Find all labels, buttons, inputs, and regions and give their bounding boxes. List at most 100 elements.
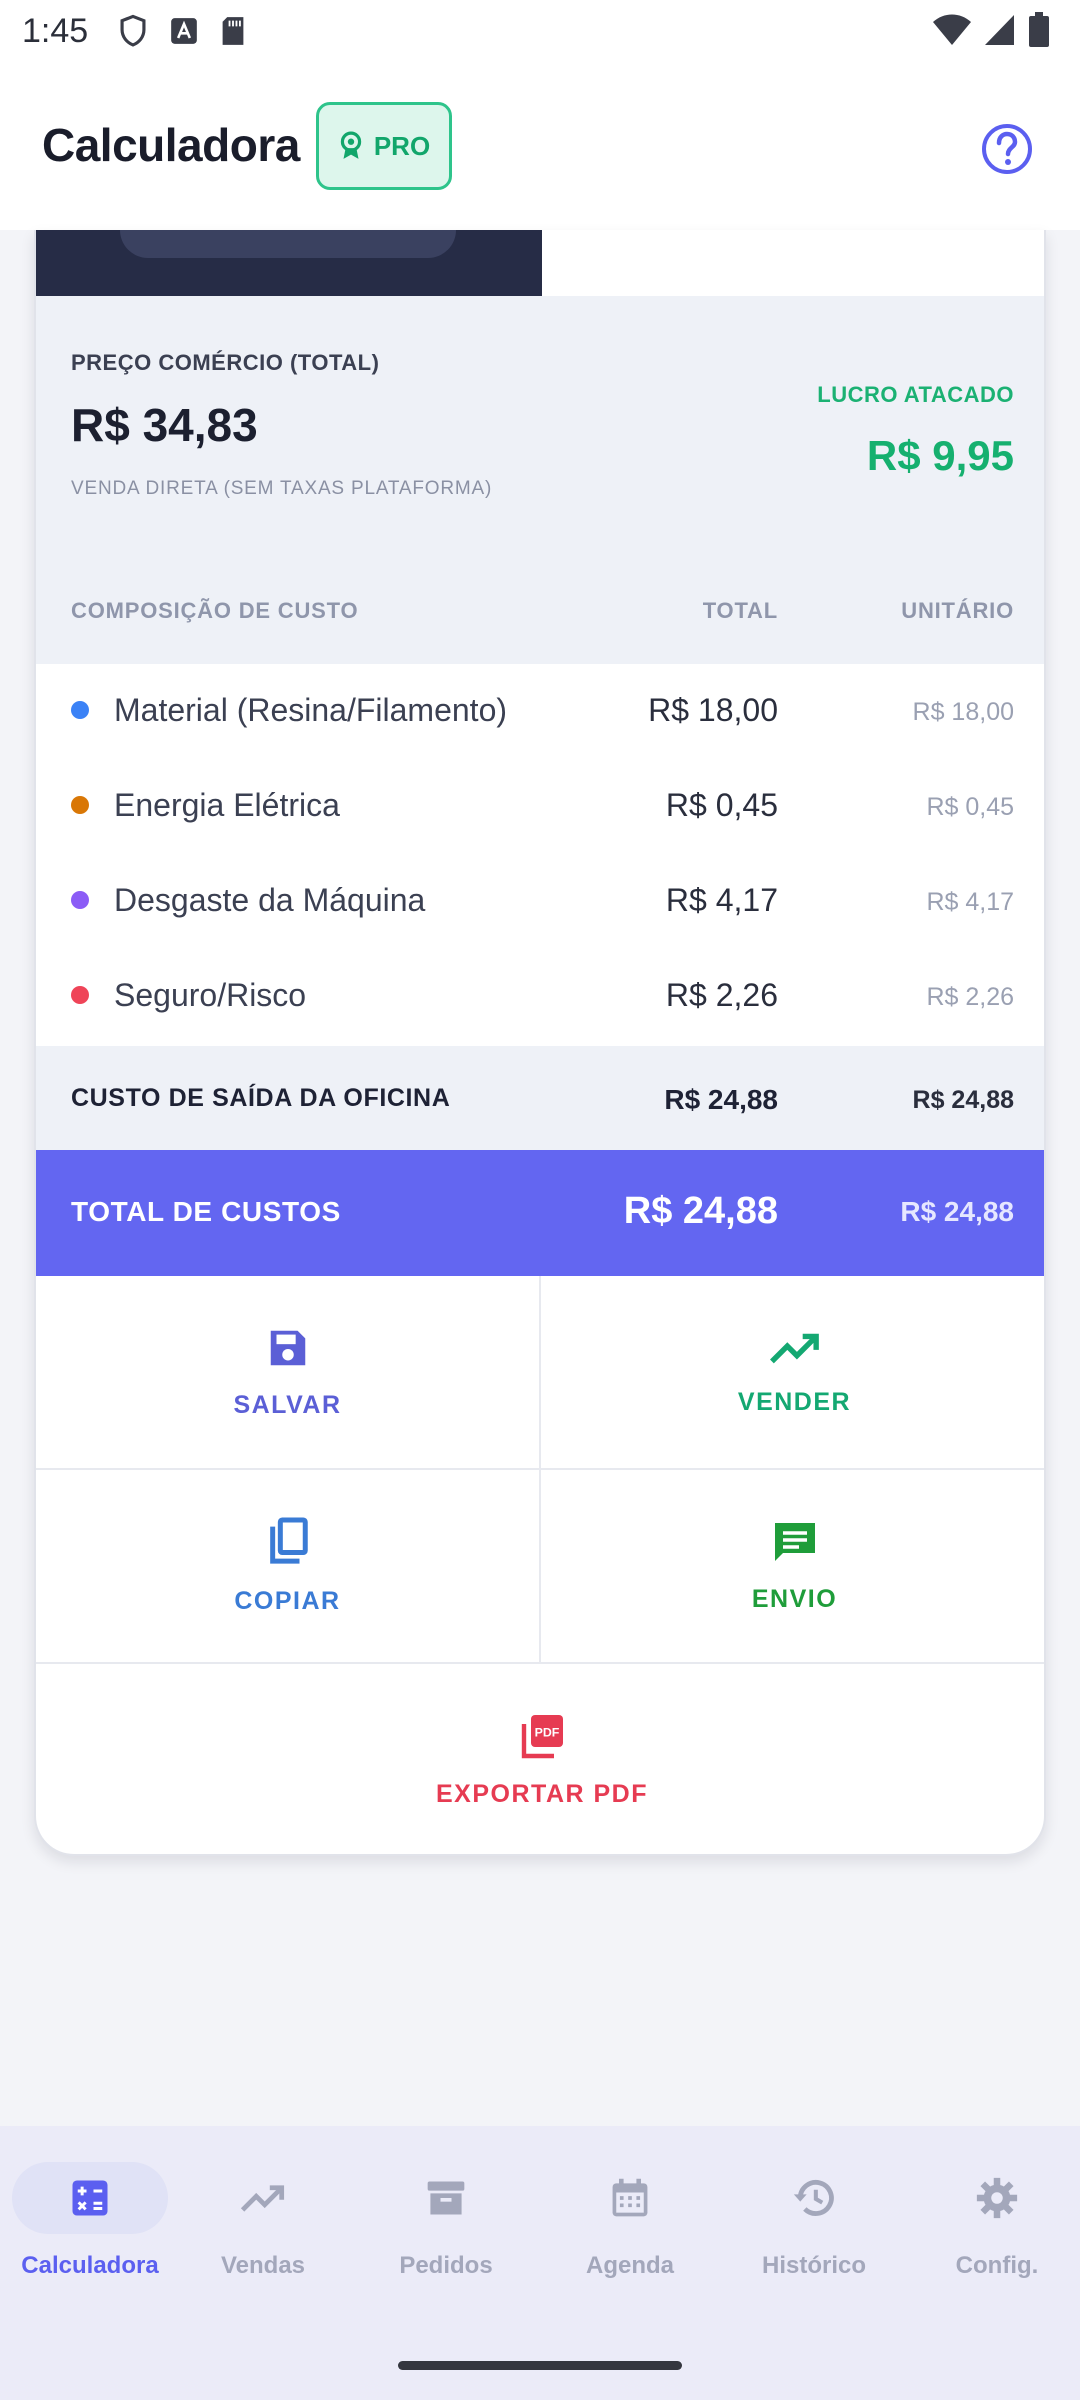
sd-card-icon	[222, 17, 244, 45]
nav-item-agenda[interactable]: Agenda	[540, 2126, 720, 2336]
sell-button[interactable]: VENDER	[541, 1276, 1044, 1470]
trending-up-icon	[769, 1333, 819, 1363]
row-total: R$ 2,26	[665, 977, 778, 1013]
column-header-unit: UNITÁRIO	[901, 598, 1014, 623]
gear-icon	[976, 2177, 1018, 2219]
nav-label: Config.	[955, 2252, 1039, 2279]
row-unit: R$ 4,17	[926, 888, 1014, 916]
nav-icon-holder	[552, 2162, 708, 2234]
grand-total-unit: R$ 24,88	[900, 1196, 1014, 1227]
save-button[interactable]: SALVAR	[36, 1276, 541, 1470]
row-name: Seguro/Risco	[114, 977, 307, 1013]
row-total: R$ 18,00	[648, 692, 778, 728]
nav-icon-holder	[736, 2162, 892, 2234]
row-name: Energia Elétrica	[114, 787, 340, 823]
nav-item-pedidos[interactable]: Pedidos	[356, 2126, 536, 2336]
category-dot	[71, 986, 89, 1004]
total-costs-row: TOTAL DE CUSTOS R$ 24,88 R$ 24,88	[36, 1150, 1044, 1276]
help-icon[interactable]	[980, 122, 1034, 176]
subtotal-total: R$ 24,88	[664, 1084, 778, 1115]
signal-icon	[985, 15, 1014, 45]
trending-up-icon	[240, 2185, 285, 2212]
nav-label: Agenda	[585, 2252, 674, 2279]
page-title: Calculadora	[42, 119, 300, 171]
nav-label: Histórico	[761, 2252, 866, 2279]
subtotal-unit: R$ 24,88	[912, 1086, 1014, 1114]
copy-label: COPIAR	[234, 1586, 341, 1615]
row-total: R$ 4,17	[665, 882, 778, 918]
archive-icon	[427, 2181, 465, 2215]
wifi-icon	[933, 14, 971, 45]
nav-label: Calculadora	[21, 2252, 159, 2279]
pro-badge[interactable]: PRO	[316, 102, 452, 190]
nav-item-historico[interactable]: Histórico	[724, 2126, 904, 2336]
history-icon	[793, 2180, 834, 2216]
export-pdf-label: EXPORTAR PDF	[436, 1779, 648, 1808]
nav-label: Pedidos	[399, 2252, 493, 2279]
table-row: Desgaste da Máquina R$ 4,17 R$ 4,17	[36, 854, 1044, 949]
category-dot	[71, 796, 89, 814]
svg-text:PDF: PDF	[535, 1725, 560, 1739]
profit-label: LUCRO ATACADO	[817, 382, 1014, 407]
battery-icon	[1029, 12, 1049, 47]
subtotal-label: CUSTO DE SAÍDA DA OFICINA	[71, 1084, 451, 1112]
status-bar: 1:45	[0, 0, 1080, 64]
nav-label: Vendas	[220, 2252, 306, 2279]
status-notification-icons	[118, 14, 246, 48]
price-summary: PREÇO COMÉRCIO (TOTAL) R$ 34,83 VENDA DI…	[36, 296, 1044, 664]
pro-badge-label: PRO	[373, 130, 431, 161]
row-unit: R$ 0,45	[926, 793, 1014, 821]
status-system-icons	[932, 12, 1050, 48]
message-icon	[774, 1522, 815, 1561]
table-row: Material (Resina/Filamento) R$ 18,00 R$ …	[36, 664, 1044, 759]
calendar-icon	[612, 2178, 648, 2217]
font-icon	[171, 18, 197, 44]
nav-item-calculadora[interactable]: Calculadora	[0, 2126, 180, 2336]
bottom-navigation: Calculadora Vendas Pedidos Agenda Histór…	[0, 2126, 1080, 2400]
summary-price: R$ 34,83	[71, 399, 258, 451]
home-indicator[interactable]	[398, 2361, 682, 2370]
summary-subtitle: VENDA DIRETA (SEM TAXAS PLATAFORMA)	[71, 478, 493, 499]
app-bar: Calculadora PRO	[0, 64, 1080, 230]
nav-icon-holder	[368, 2162, 524, 2234]
sell-label: VENDER	[737, 1387, 852, 1416]
table-row: Seguro/Risco R$ 2,26 R$ 2,26	[36, 949, 1044, 1044]
grand-total-label: TOTAL DE CUSTOS	[71, 1196, 341, 1227]
dark-pill	[120, 230, 456, 258]
row-total: R$ 0,45	[665, 787, 778, 823]
row-name: Material (Resina/Filamento)	[114, 692, 508, 728]
grand-total-value: R$ 24,88	[623, 1190, 778, 1232]
send-button[interactable]: ENVIO	[541, 1470, 1044, 1664]
nav-item-config[interactable]: Config.	[907, 2126, 1080, 2336]
table-row: Energia Elétrica R$ 0,45 R$ 0,45	[36, 759, 1044, 854]
send-label: ENVIO	[751, 1584, 838, 1613]
save-label: SALVAR	[233, 1390, 342, 1419]
nav-active-indicator	[12, 2162, 168, 2234]
shield-icon	[120, 14, 146, 47]
profit-value: R$ 9,95	[866, 432, 1014, 479]
pdf-icon: PDF	[521, 1714, 563, 1758]
summary-label: PREÇO COMÉRCIO (TOTAL)	[71, 350, 380, 375]
row-unit: R$ 18,00	[912, 698, 1014, 726]
nav-item-vendas[interactable]: Vendas	[173, 2126, 353, 2336]
nav-icon-holder	[919, 2162, 1075, 2234]
category-dot	[71, 891, 89, 909]
calculator-icon	[72, 2180, 108, 2216]
action-grid: SALVAR VENDER COPIAR ENVIO PDF EXPORTAR …	[36, 1276, 1044, 1854]
export-pdf-button[interactable]: PDF EXPORTAR PDF	[36, 1664, 1044, 1854]
nav-icon-holder	[185, 2162, 341, 2234]
dark-preview-block	[36, 230, 542, 296]
copy-icon	[269, 1516, 308, 1564]
category-dot	[71, 701, 89, 719]
row-unit: R$ 2,26	[926, 983, 1014, 1011]
row-name: Desgaste da Máquina	[114, 882, 426, 918]
copy-button[interactable]: COPIAR	[36, 1470, 541, 1664]
column-header-total: TOTAL	[702, 598, 778, 623]
status-time: 1:45	[22, 12, 89, 50]
save-icon	[270, 1330, 305, 1365]
calculation-result-card: PREÇO COMÉRCIO (TOTAL) R$ 34,83 VENDA DI…	[34, 230, 1046, 1856]
column-header-name: COMPOSIÇÃO DE CUSTO	[71, 598, 359, 623]
cost-table-rows: Material (Resina/Filamento) R$ 18,00 R$ …	[36, 664, 1044, 1044]
workshop-output-cost-row: CUSTO DE SAÍDA DA OFICINA R$ 24,88 R$ 24…	[36, 1046, 1044, 1150]
award-icon	[340, 131, 362, 159]
